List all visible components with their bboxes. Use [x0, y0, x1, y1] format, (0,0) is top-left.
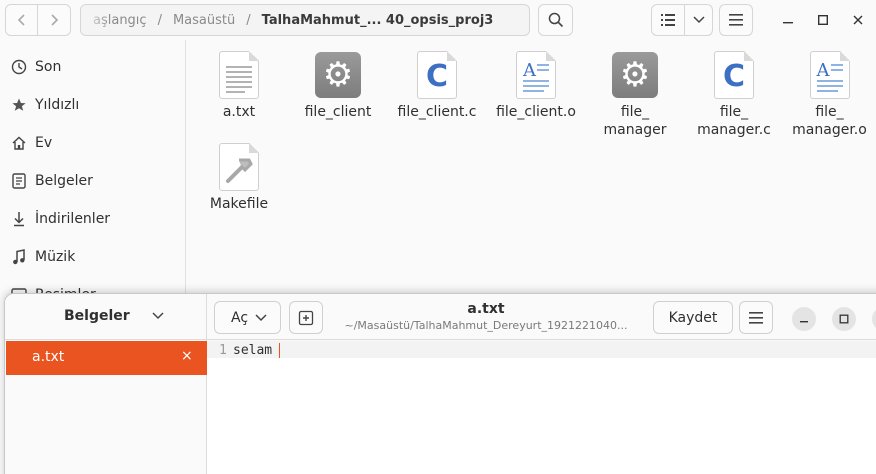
breadcrumb-separator: / [157, 12, 162, 28]
text-file-icon [215, 51, 263, 99]
file-item[interactable]: a.txt [189, 40, 289, 121]
file-item[interactable]: Makefile [189, 132, 289, 213]
chevron-left-icon [17, 14, 25, 26]
editor-maximize-button[interactable] [832, 307, 856, 331]
breadcrumb-desktop[interactable]: Masaüstü [171, 13, 237, 28]
file-name: file_ manager.o [792, 104, 867, 138]
sidebar-item-label: Yıldızlı [35, 97, 80, 113]
text-caret [279, 343, 280, 358]
back-button[interactable] [5, 4, 38, 36]
music-icon [10, 249, 28, 265]
path-fade [81, 5, 111, 35]
download-icon [10, 211, 28, 227]
list-view-icon [661, 14, 675, 26]
open-button-label: Aç [231, 309, 249, 326]
path-bar[interactable]: aşlangıç / Masaüstü / TalhaMahmut_... 40… [80, 4, 530, 36]
sidebar-item-music[interactable]: Müzik [0, 238, 186, 276]
list-view-button[interactable] [651, 4, 685, 36]
editor-menu-button[interactable] [739, 301, 773, 334]
documents-sidebar: Belgeler a.txt × [5, 294, 207, 474]
sidebar-item-downloads[interactable]: İndirilenler [0, 200, 186, 238]
file-item[interactable]: C file_client.c [387, 40, 487, 121]
file-item[interactable]: C file_ manager.c [684, 40, 784, 139]
current-line-highlight [207, 341, 876, 358]
sidebar-item-label: Ev [35, 135, 53, 151]
new-document-button[interactable] [289, 301, 323, 334]
chevron-down-icon[interactable] [149, 307, 167, 325]
open-button[interactable]: Aç [214, 301, 281, 334]
file-name: Makefile [209, 196, 269, 212]
object-file-icon: A [806, 51, 854, 99]
object-file-icon: A [512, 51, 560, 99]
minimize-button[interactable] [776, 8, 800, 32]
editor-header: Aç a.txt ~/Masaüstü/TalhaMahmut_Dereyurt… [207, 294, 876, 340]
line-text[interactable]: selam [233, 343, 272, 358]
search-icon [548, 12, 563, 28]
chevron-down-icon [255, 310, 267, 326]
document-icon [10, 173, 28, 189]
c-source-icon: C [710, 51, 758, 99]
makefile-icon [215, 143, 263, 191]
document-title: a.txt [467, 301, 505, 317]
search-button[interactable] [538, 4, 573, 36]
minimize-icon [800, 321, 808, 323]
close-icon [853, 15, 863, 25]
minimize-icon [783, 22, 793, 24]
forward-button[interactable] [38, 4, 71, 36]
executable-gear-icon: ⚙ [611, 51, 659, 99]
close-button[interactable] [846, 8, 870, 32]
editor-close-button[interactable] [872, 307, 876, 331]
document-name: a.txt [32, 349, 65, 365]
chevron-right-icon [51, 14, 59, 26]
close-document-icon[interactable]: × [181, 348, 193, 364]
file-item[interactable]: A file_ manager.o [783, 40, 876, 139]
documents-sidebar-title: Belgeler [64, 308, 130, 324]
hamburger-icon [749, 311, 763, 324]
hamburger-icon [729, 14, 743, 26]
c-source-icon: C [413, 51, 461, 99]
text-editor-window: Belgeler a.txt × Aç a.txt ~/Masaüstü/Tal… [4, 293, 876, 474]
file-item[interactable]: A file_client.o [486, 40, 586, 121]
main-menu-button[interactable] [719, 4, 753, 36]
star-icon [10, 97, 28, 113]
text-area[interactable]: 1 selam [207, 341, 876, 474]
file-name: file_ manager.c [697, 104, 771, 138]
document-row-selected[interactable]: a.txt × [6, 341, 207, 375]
executable-gear-icon: ⚙ [314, 51, 362, 99]
new-document-icon [298, 310, 314, 325]
file-name: file_client [304, 104, 372, 120]
file-name: a.txt [222, 104, 256, 120]
home-icon [10, 135, 28, 151]
document-path: ~/Masaüstü/TalhaMahmut_Dereyurt_19212210… [344, 319, 628, 332]
chevron-down-icon [692, 16, 705, 24]
sidebar-item-label: Müzik [35, 249, 76, 265]
maximize-icon [839, 314, 849, 324]
maximize-button[interactable] [811, 8, 835, 32]
file-name: file_client.c [397, 104, 477, 120]
breadcrumb-current-folder[interactable]: TalhaMahmut_... 40_opsis_proj3 [260, 13, 496, 28]
sidebar-item-home[interactable]: Ev [0, 124, 186, 162]
file-item[interactable]: ⚙ file_client [288, 40, 388, 121]
sidebar-item-recent[interactable]: Son [0, 48, 186, 86]
sidebar-item-label: Son [35, 59, 62, 75]
sidebar-item-label: İndirilenler [35, 211, 111, 227]
maximize-icon [818, 15, 828, 25]
breadcrumb-separator: / [246, 12, 251, 28]
view-options-button[interactable] [684, 4, 713, 36]
line-number: 1 [219, 343, 227, 358]
file-name: file_ manager [603, 104, 667, 138]
editor-minimize-button[interactable] [792, 307, 816, 331]
sidebar-item-label: Belgeler [35, 173, 93, 189]
sidebar-item-starred[interactable]: Yıldızlı [0, 86, 186, 124]
file-item[interactable]: ⚙ file_ manager [585, 40, 685, 139]
sidebar-item-documents[interactable]: Belgeler [0, 162, 186, 200]
clock-icon [10, 59, 28, 75]
file-grid: a.txt ⚙ file_client C file_client.c A fi… [186, 40, 876, 290]
file-name: file_client.o [496, 104, 576, 120]
save-button[interactable]: Kaydet [653, 301, 733, 334]
documents-sidebar-header[interactable]: Belgeler [5, 294, 207, 340]
file-manager-header: aşlangıç / Masaüstü / TalhaMahmut_... 40… [0, 0, 876, 40]
